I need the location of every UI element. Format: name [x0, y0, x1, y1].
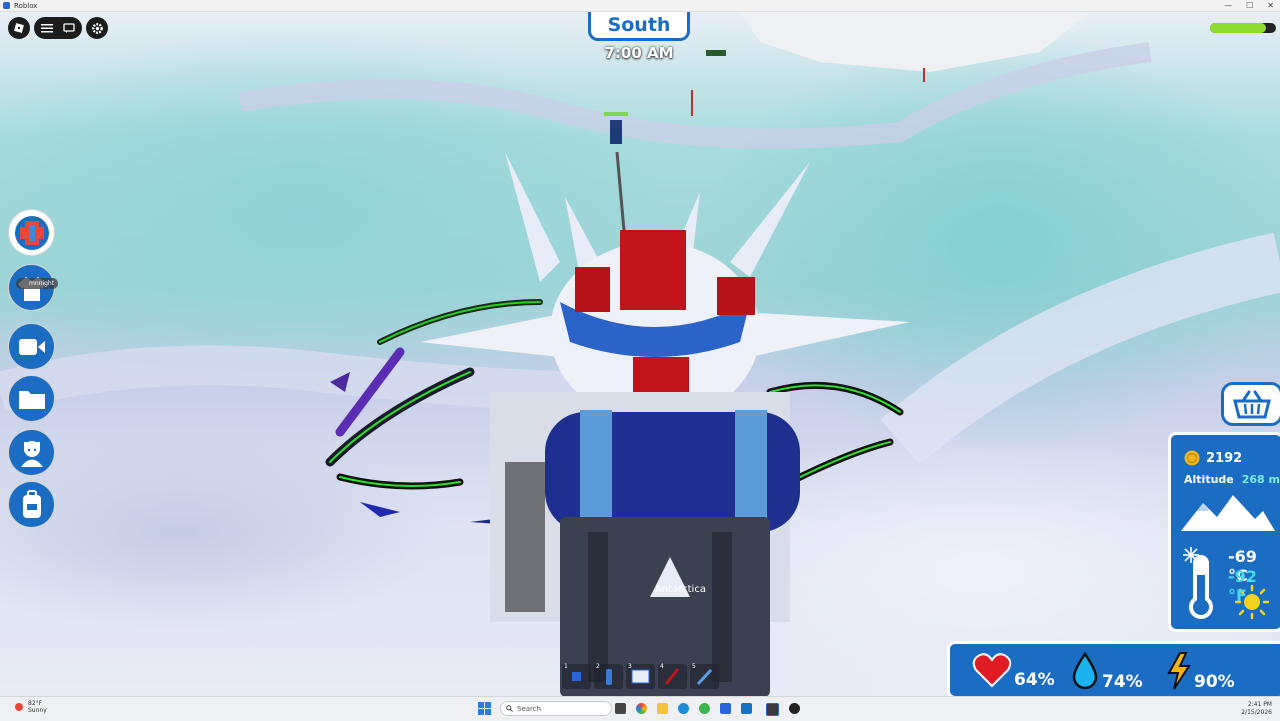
taskbar-clock[interactable]: 2:41 PM 2/15/2026: [1236, 701, 1272, 717]
lightning-bolt-icon: [1167, 652, 1191, 690]
thermometer-icon: [1183, 547, 1213, 619]
avatar-menu-button[interactable]: [9, 430, 54, 475]
climber-avatar-icon: [20, 440, 43, 467]
compass-heading: South: [588, 12, 690, 41]
hotbar-slot[interactable]: 5: [690, 663, 719, 689]
tool-hotbar: 1 2 3 4 5: [562, 663, 719, 689]
hotbar-slot[interactable]: 4: [658, 663, 687, 689]
map-menu-button[interactable]: [9, 210, 54, 255]
coin-icon: [1184, 450, 1200, 466]
window-titlebar: Roblox — ☐ ✕: [0, 0, 1280, 12]
chat-menu-button[interactable]: [34, 17, 82, 39]
video-camera-icon: [18, 338, 45, 355]
hotbar-slot[interactable]: 3: [626, 663, 655, 689]
weather-temp: 82°F: [28, 700, 43, 707]
camera-menu-button[interactable]: [9, 324, 54, 369]
backpack-brand: Antarctica: [655, 584, 706, 595]
close-button[interactable]: ✕: [1267, 0, 1274, 11]
stamina-value: 90%: [1194, 672, 1235, 692]
inventory-menu-button[interactable]: [9, 376, 54, 421]
coin-count: 2192: [1206, 450, 1243, 466]
clock-time: 2:41 PM: [1247, 701, 1272, 708]
vitals-bar: 64% 74% 90%: [947, 641, 1280, 699]
chat-icon: [63, 22, 75, 33]
thirst-stat: 74%: [1070, 652, 1143, 692]
folder-icon: [18, 390, 45, 409]
windows-start-icon[interactable]: [478, 702, 491, 715]
task-view-icon[interactable]: [615, 703, 626, 714]
obs-icon[interactable]: [789, 703, 800, 714]
roblox-menu-button[interactable]: [8, 17, 30, 39]
game-scene: Antarctica: [0, 12, 1280, 696]
windows-taskbar: 82°F Sunny Search 2:41 PM 2/15/2026: [0, 696, 1280, 721]
taskbar-search-placeholder: Search: [517, 704, 542, 713]
gear-icon: [91, 22, 103, 34]
weather-sun-icon: [15, 703, 23, 711]
roblox-logo-icon: [14, 23, 24, 33]
clock-date: 2/15/2026: [1241, 709, 1272, 716]
health-value: 64%: [1014, 670, 1055, 690]
window-title: Roblox: [14, 1, 38, 10]
stamina-stat: 90%: [1166, 652, 1235, 692]
taskbar-weather[interactable]: 82°F Sunny: [14, 700, 47, 714]
roblox-taskbar-icon[interactable]: [766, 703, 779, 716]
roblox-app-icon: [3, 2, 10, 9]
shopping-basket-icon: [1233, 390, 1271, 419]
settings-button[interactable]: [86, 17, 108, 39]
file-explorer-icon[interactable]: [657, 703, 668, 714]
thirst-value: 74%: [1102, 672, 1143, 692]
altitude-value: 268 m: [1241, 473, 1280, 486]
store-icon[interactable]: [720, 703, 731, 714]
water-drop-icon: [1072, 652, 1098, 690]
altitude-label: Altitude: [1184, 473, 1234, 486]
search-icon: [506, 705, 513, 712]
stats-panel: 2192 Altitude 268 m -69 °C -92 °F: [1168, 432, 1280, 632]
hotbar-slot[interactable]: 1: [562, 663, 591, 689]
copilot-icon[interactable]: [636, 703, 647, 714]
edge-browser-icon[interactable]: [678, 703, 689, 714]
energy-bar-fill: [1210, 23, 1267, 33]
health-stat: 64%: [972, 652, 1055, 690]
outlook-icon[interactable]: [741, 703, 752, 714]
game-viewport[interactable]: Antarctica: [0, 12, 1280, 696]
weather-desc: Sunny: [28, 707, 47, 714]
backpack-icon: [22, 489, 41, 518]
temperature-fahrenheit: -92 °F: [1228, 567, 1257, 605]
game-time: 7:00 AM: [604, 44, 674, 62]
map-grid-icon: [14, 215, 49, 250]
shop-button[interactable]: [1221, 382, 1280, 426]
heart-icon: [972, 653, 1012, 688]
hotbar-slot[interactable]: 2: [594, 663, 623, 689]
minimize-button[interactable]: —: [1224, 0, 1232, 11]
altitude-readout: Altitude 268 m: [1184, 473, 1280, 486]
hamburger-icon: [41, 24, 53, 33]
chrome-browser-icon[interactable]: [699, 703, 710, 714]
energy-bar: [1210, 23, 1276, 33]
maximize-button[interactable]: ☐: [1246, 0, 1253, 11]
backpack-menu-button[interactable]: [9, 482, 54, 527]
taskbar-search-box[interactable]: Search: [500, 701, 612, 716]
player-name-tag: mnnight: [16, 278, 59, 289]
mountain-icon: [1181, 495, 1275, 531]
